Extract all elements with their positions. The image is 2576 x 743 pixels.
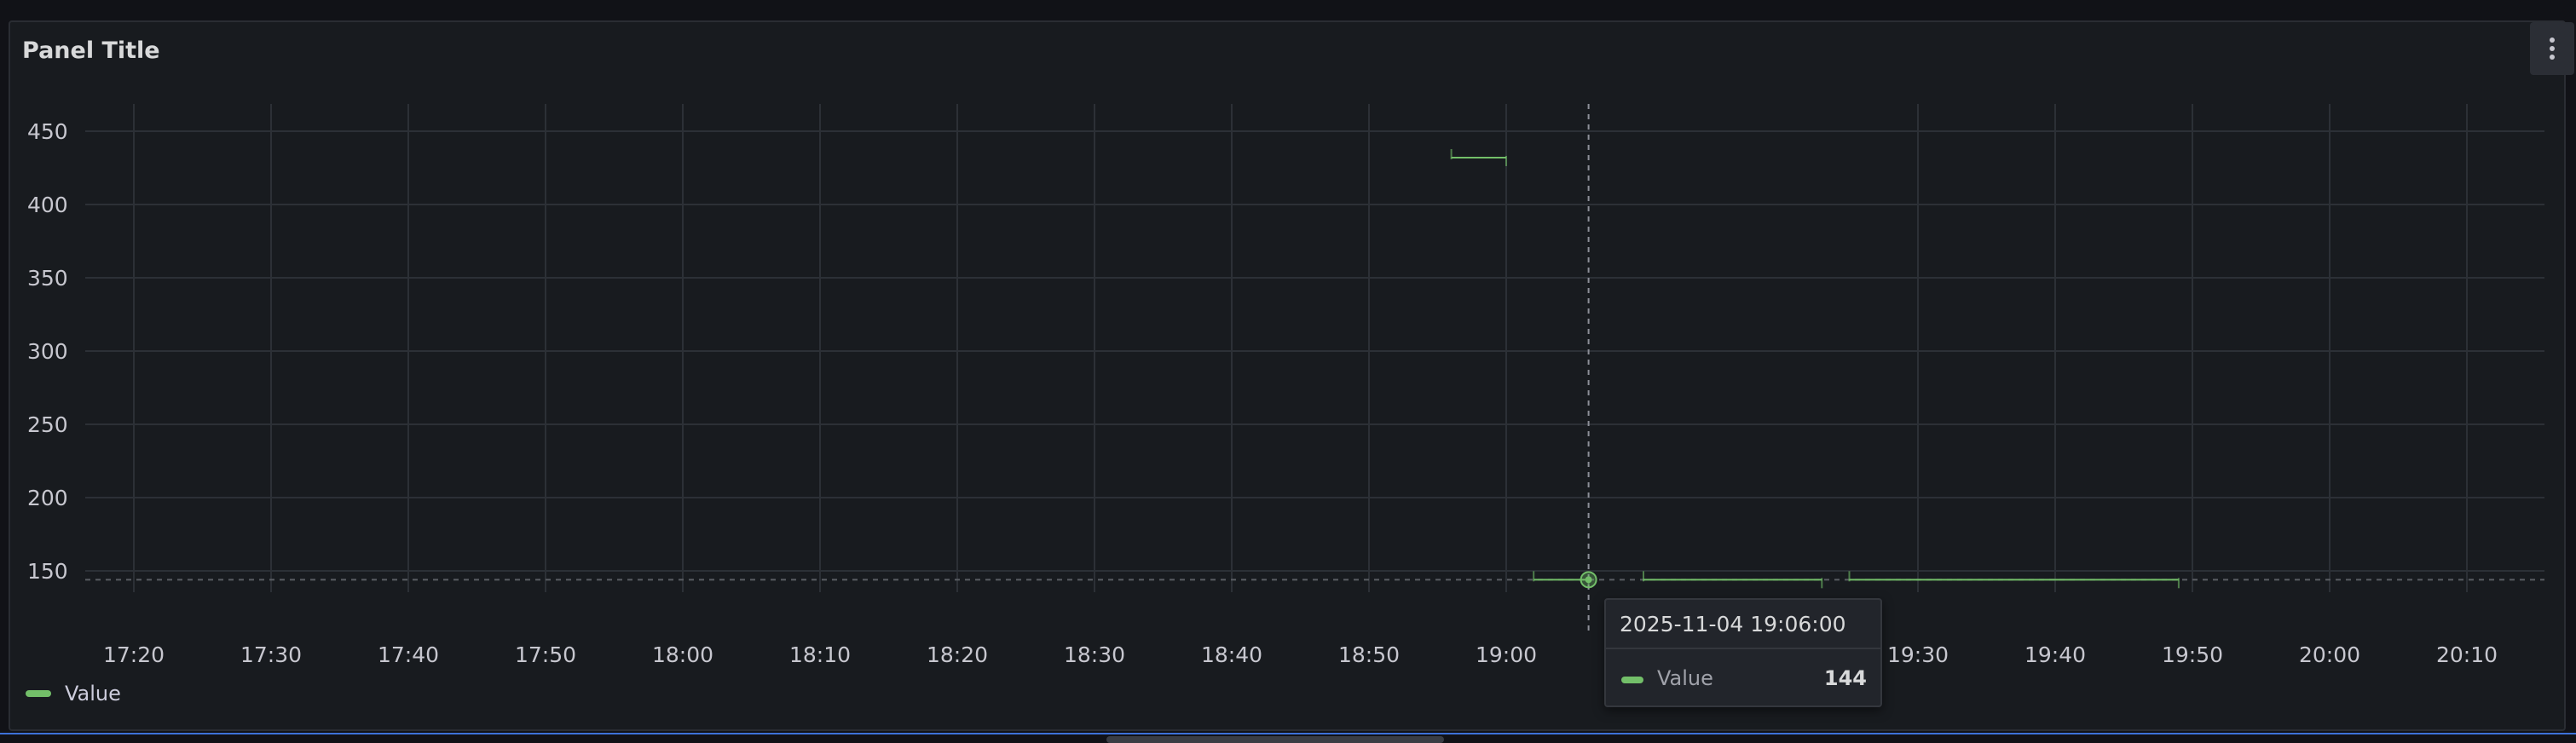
x-tick-label: 20:10: [2436, 642, 2498, 667]
y-tick-label: 450: [27, 119, 68, 144]
y-axis-ticks: 150 200 250 300 350 400 450: [27, 119, 68, 584]
tooltip-series-name: Value: [1657, 666, 1713, 690]
x-tick-label: 17:30: [240, 642, 302, 667]
legend-label[interactable]: Value: [65, 682, 121, 706]
y-tick-label: 200: [27, 486, 68, 510]
legend-swatch: [26, 690, 51, 697]
x-tick-label: 18:20: [927, 642, 988, 667]
x-tick-label: 18:00: [652, 642, 713, 667]
x-tick-label: 18:30: [1064, 642, 1125, 667]
x-tick-label: 18:50: [1338, 642, 1400, 667]
tooltip-value: 144: [1823, 666, 1867, 690]
y-tick-label: 300: [27, 339, 68, 364]
grid-lines: [85, 104, 2544, 592]
x-axis-ticks: 17:20 17:30 17:40 17:50 18:00 18:10 18:20 18:30…: [103, 642, 2498, 667]
x-tick-label: 20:00: [2299, 642, 2360, 667]
x-tick-label: 19:30: [1887, 642, 1949, 667]
legend[interactable]: Value: [26, 682, 121, 706]
tooltip-series-swatch: [1621, 677, 1643, 683]
y-tick-label: 400: [27, 193, 68, 217]
scrollbar-thumb[interactable]: [1106, 736, 1444, 743]
x-tick-label: 17:20: [103, 642, 165, 667]
x-tick-label: 17:50: [515, 642, 576, 667]
time-series-chart[interactable]: 150200250300350400450 17:20 17:30 17:40 17:…: [0, 0, 2576, 733]
x-tick-label: 18:40: [1201, 642, 1262, 667]
tooltip: 2025-11-04 19:06:00 Value 144: [1604, 598, 1882, 707]
tooltip-divider: [1606, 648, 1880, 649]
x-tick-label: 19:00: [1476, 642, 1537, 667]
y-tick-label: 150: [27, 559, 68, 584]
hover-layer: [1580, 104, 1597, 631]
series-lines: [85, 148, 2544, 589]
x-tick-label: 17:40: [378, 642, 439, 667]
x-tick-label: 18:10: [789, 642, 851, 667]
x-tick-label: 19:50: [2162, 642, 2223, 667]
hover-point: [1585, 576, 1592, 584]
x-tick-label: 19:40: [2024, 642, 2086, 667]
tooltip-time: 2025-11-04 19:06:00: [1620, 612, 1846, 636]
y-tick-label: 250: [27, 412, 68, 437]
y-tick-label: 350: [27, 266, 68, 291]
horizontal-scrollbar[interactable]: [0, 733, 2576, 743]
